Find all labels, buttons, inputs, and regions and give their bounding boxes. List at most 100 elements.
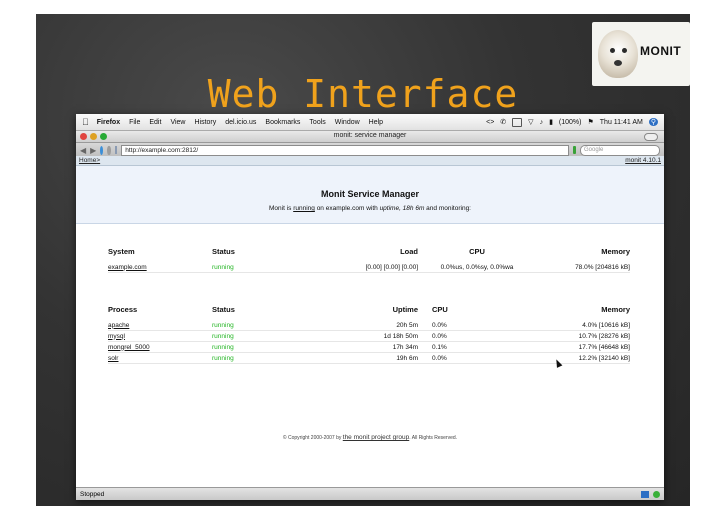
window-title: monit: service manager <box>333 132 407 139</box>
display-icon[interactable] <box>512 117 523 127</box>
process-table: Process Status Uptime CPU Memory apache … <box>108 305 630 364</box>
back-arrow-icon[interactable]: ◀ <box>80 146 86 155</box>
process-link[interactable]: mongrel_5000 <box>108 341 212 353</box>
uptime-value: 19h 6m <box>322 352 418 364</box>
menu-bookmarks[interactable]: Bookmarks <box>265 119 300 126</box>
security-ok-icon[interactable] <box>653 490 660 498</box>
browser-statusbar: Stopped <box>76 487 664 500</box>
memory-value: 12.2% [32140 kB] <box>536 352 630 364</box>
home-separator: > <box>96 157 101 164</box>
table-row: mongrel_5000 running 17h 34m 0.1% 17.7% … <box>108 341 630 353</box>
menu-window[interactable]: Window <box>335 119 360 126</box>
phone-icon[interactable]: ✆ <box>500 118 506 126</box>
status-running-link[interactable]: running <box>293 205 315 212</box>
monit-navbar: Home> monit 4.10.1 <box>76 156 664 166</box>
col-cpu: CPU <box>469 247 485 256</box>
reload-icon[interactable] <box>100 145 104 155</box>
volume-icon[interactable]: ♪ <box>540 119 544 126</box>
monit-status-line: Monit is running on example.com with upt… <box>76 205 664 212</box>
logo-text: MONIT <box>640 44 682 58</box>
col-uptime: Uptime <box>392 305 418 314</box>
window-titlebar: monit: service manager <box>76 131 664 143</box>
col-memory: Memory <box>601 305 630 314</box>
dog-logo-icon <box>598 30 638 78</box>
status-badge: running <box>212 262 322 273</box>
cpu-value: 0.0% <box>418 320 536 331</box>
process-link[interactable]: apache <box>108 320 212 331</box>
menubar-tray: <> ✆ ▽ ♪ ▮ (100%) ⚑ Thu 11:41 AM ⚲ <box>486 117 658 127</box>
table-row: example.com running [0.00] [0.00] [0.00]… <box>108 262 630 273</box>
status-badge: running <box>212 320 322 331</box>
wifi-icon[interactable]: ▽ <box>528 118 533 126</box>
apple-icon[interactable]:  <box>82 117 89 127</box>
menu-history[interactable]: History <box>194 119 216 126</box>
col-status: Status <box>212 247 235 256</box>
memory-value: 78.0% [204816 kB] <box>536 262 630 273</box>
col-load: Load <box>400 247 418 256</box>
page-footer: © Copyright 2000-2007 by the monit proje… <box>76 434 664 441</box>
footer-copyright: © Copyright 2000-2007 by <box>282 435 343 441</box>
search-placeholder: Google <box>584 147 604 153</box>
page-title: Monit Service Manager <box>320 189 420 199</box>
uptime-value: 1d 18h 50m <box>322 330 418 342</box>
statusbar-icons <box>641 490 660 498</box>
status-badge: running <box>212 341 322 353</box>
menu-tools[interactable]: Tools <box>309 119 325 126</box>
url-text[interactable]: http://example.com:2812/ <box>125 147 198 154</box>
load-value: [0.00] [0.00] [0.00] <box>322 262 418 273</box>
status-badge: running <box>212 352 322 364</box>
menu-help[interactable]: Help <box>369 119 383 126</box>
monit-header: Monit Service Manager Monit is running o… <box>76 166 664 224</box>
battery-icon[interactable]: ▮ <box>549 118 553 126</box>
col-memory: Memory <box>601 247 630 256</box>
status-badge: running <box>212 330 322 342</box>
cpu-value: 0.0% <box>418 352 536 364</box>
browser-window:  Firefox File Edit View History del.ici… <box>76 114 664 500</box>
flag-icon[interactable]: ⚑ <box>588 118 594 126</box>
cpu-value: 0.0%us, 0.0%sy, 0.0%wa <box>418 262 536 273</box>
menu-view[interactable]: View <box>170 119 185 126</box>
uptime-value: 17h 34m <box>322 341 418 353</box>
url-bar[interactable]: http://example.com:2812/ <box>121 144 570 156</box>
go-icon[interactable] <box>573 146 576 154</box>
page-content: Home> monit 4.10.1 Monit Service Manager… <box>76 156 664 488</box>
process-link[interactable]: solr <box>108 352 212 364</box>
toolbar-toggle-button[interactable] <box>644 133 658 141</box>
memory-value: 4.0% [10616 kB] <box>536 320 630 331</box>
status-text: Stopped <box>80 490 105 498</box>
mac-menubar:  Firefox File Edit View History del.ici… <box>76 114 664 131</box>
search-input[interactable]: Google <box>580 144 660 156</box>
process-table-header: Process Status Uptime CPU Memory <box>108 305 630 320</box>
col-process: Process <box>108 305 138 314</box>
battery-level: (100%) <box>558 118 582 126</box>
process-link[interactable]: mysql <box>108 330 212 342</box>
col-status: Status <box>212 305 235 314</box>
home-icon[interactable] <box>114 146 118 154</box>
delicious-icon[interactable] <box>641 490 649 498</box>
menu-file[interactable]: File <box>129 119 140 126</box>
version-link[interactable]: monit 4.10.1 <box>625 157 661 164</box>
memory-value: 17.7% [46648 kB] <box>536 341 630 353</box>
home-link[interactable]: Home <box>79 157 96 164</box>
system-table-header: System Status Load CPU Memory <box>108 247 630 262</box>
col-system: System <box>108 247 135 256</box>
status-pre: Monit is <box>269 205 294 212</box>
spotlight-icon[interactable]: ⚲ <box>648 118 658 126</box>
code-icon[interactable]: <> <box>486 119 494 126</box>
status-mid: on example.com with <box>314 205 380 212</box>
monit-logo: MONIT <box>592 22 690 86</box>
stop-icon[interactable] <box>107 145 111 155</box>
table-row: solr running 19h 6m 0.0% 12.2% [32140 kB… <box>108 352 630 364</box>
footer-rights: . All Rights Reserved. <box>409 435 458 441</box>
footer-link[interactable]: the monit project group <box>343 434 409 441</box>
menu-edit[interactable]: Edit <box>149 119 161 126</box>
system-host-link[interactable]: example.com <box>108 262 212 273</box>
menu-delicious[interactable]: del.icio.us <box>225 119 256 126</box>
status-uptime: uptime, 18h 6m <box>379 205 425 212</box>
menu-firefox[interactable]: Firefox <box>97 119 120 126</box>
forward-arrow-icon[interactable]: ▶ <box>90 146 96 155</box>
memory-value: 10.7% [28276 kB] <box>536 330 630 342</box>
system-table: System Status Load CPU Memory example.co… <box>108 247 630 273</box>
table-row: mysql running 1d 18h 50m 0.0% 10.7% [282… <box>108 330 630 342</box>
clock[interactable]: Thu 11:41 AM <box>600 119 643 126</box>
